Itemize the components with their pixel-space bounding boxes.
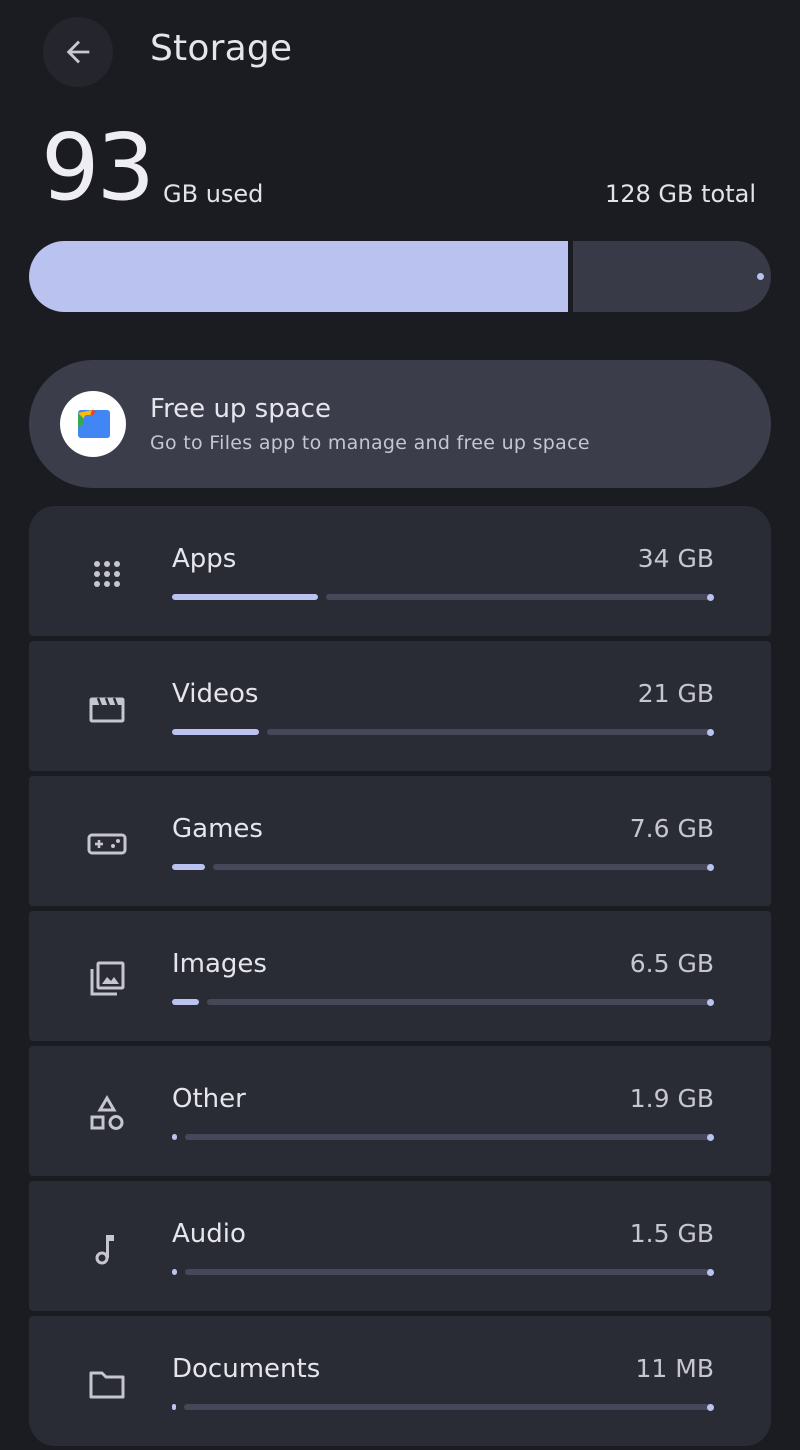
category-usage-bar xyxy=(172,1133,714,1141)
storage-used-segment xyxy=(29,241,568,312)
total-label: 128 GB total xyxy=(604,180,756,208)
page-title: Storage xyxy=(150,28,293,69)
category-usage-track xyxy=(185,1269,714,1275)
category-label: Images xyxy=(172,949,267,979)
category-usage-bar xyxy=(172,998,714,1006)
category-row-documents[interactable]: Documents 11 MB xyxy=(29,1316,771,1446)
category-bar-end-dot xyxy=(707,593,714,601)
storage-free-segment xyxy=(573,241,771,312)
category-usage-fill xyxy=(172,999,199,1005)
storage-usage-bar xyxy=(29,241,771,312)
category-bar-end-dot xyxy=(707,1268,714,1276)
category-bar-end-dot xyxy=(707,998,714,1006)
category-row-videos[interactable]: Videos 21 GB xyxy=(29,641,771,771)
arrow-left-icon xyxy=(66,40,90,64)
category-bar-end-dot xyxy=(707,1133,714,1141)
category-usage-fill xyxy=(172,594,318,600)
shapes-icon xyxy=(87,1094,127,1134)
used-unit: GB used xyxy=(163,180,264,208)
top-app-bar: Storage xyxy=(0,0,800,110)
category-size: 1.5 GB xyxy=(629,1219,714,1248)
category-bar-end-dot xyxy=(707,1403,714,1411)
category-usage-track xyxy=(267,729,714,735)
category-size: 21 GB xyxy=(637,679,714,708)
category-usage-bar xyxy=(172,593,714,601)
category-bar-end-dot xyxy=(707,863,714,871)
category-usage-bar xyxy=(172,863,714,871)
category-usage-track xyxy=(185,1134,714,1140)
category-usage-fill xyxy=(172,1404,176,1410)
category-row-audio[interactable]: Audio 1.5 GB xyxy=(29,1181,771,1311)
category-usage-fill xyxy=(172,864,205,870)
movie-icon xyxy=(87,689,127,729)
storage-bar-end-dot xyxy=(757,273,764,280)
free-up-subtitle: Go to Files app to manage and free up sp… xyxy=(150,432,590,454)
apps-grid-icon xyxy=(87,554,127,594)
category-usage-fill xyxy=(172,1269,177,1275)
category-usage-fill xyxy=(172,729,259,735)
category-row-other[interactable]: Other 1.9 GB xyxy=(29,1046,771,1176)
category-size: 34 GB xyxy=(637,544,714,573)
category-label: Apps xyxy=(172,544,237,574)
category-label: Documents xyxy=(172,1354,321,1384)
category-row-games[interactable]: Games 7.6 GB xyxy=(29,776,771,906)
category-usage-track xyxy=(184,1404,714,1410)
category-label: Audio xyxy=(172,1219,246,1249)
category-size: 11 MB xyxy=(635,1354,714,1383)
free-up-space-card[interactable]: Free up space Go to Files app to manage … xyxy=(29,360,771,488)
gamepad-icon xyxy=(87,824,127,864)
category-usage-track xyxy=(207,999,714,1005)
music-note-icon xyxy=(87,1229,127,1269)
folder-icon xyxy=(87,1364,127,1404)
category-label: Games xyxy=(172,814,263,844)
category-size: 6.5 GB xyxy=(629,949,714,978)
image-icon xyxy=(87,959,127,999)
files-app-icon xyxy=(60,391,126,457)
category-usage-fill xyxy=(172,1134,177,1140)
category-size: 1.9 GB xyxy=(629,1084,714,1113)
category-usage-track xyxy=(213,864,714,870)
category-row-apps[interactable]: Apps 34 GB xyxy=(29,506,771,636)
used-value: 93 xyxy=(41,114,155,221)
category-size: 7.6 GB xyxy=(629,814,714,843)
category-usage-bar xyxy=(172,728,714,736)
category-label: Other xyxy=(172,1084,246,1114)
category-label: Videos xyxy=(172,679,259,709)
category-bar-end-dot xyxy=(707,728,714,736)
category-row-images[interactable]: Images 6.5 GB xyxy=(29,911,771,1041)
back-button[interactable] xyxy=(43,17,113,87)
category-usage-track xyxy=(326,594,714,600)
category-usage-bar xyxy=(172,1268,714,1276)
free-up-title: Free up space xyxy=(150,394,331,424)
storage-summary: 93 GB used 128 GB total xyxy=(0,118,800,218)
category-usage-bar xyxy=(172,1403,714,1411)
